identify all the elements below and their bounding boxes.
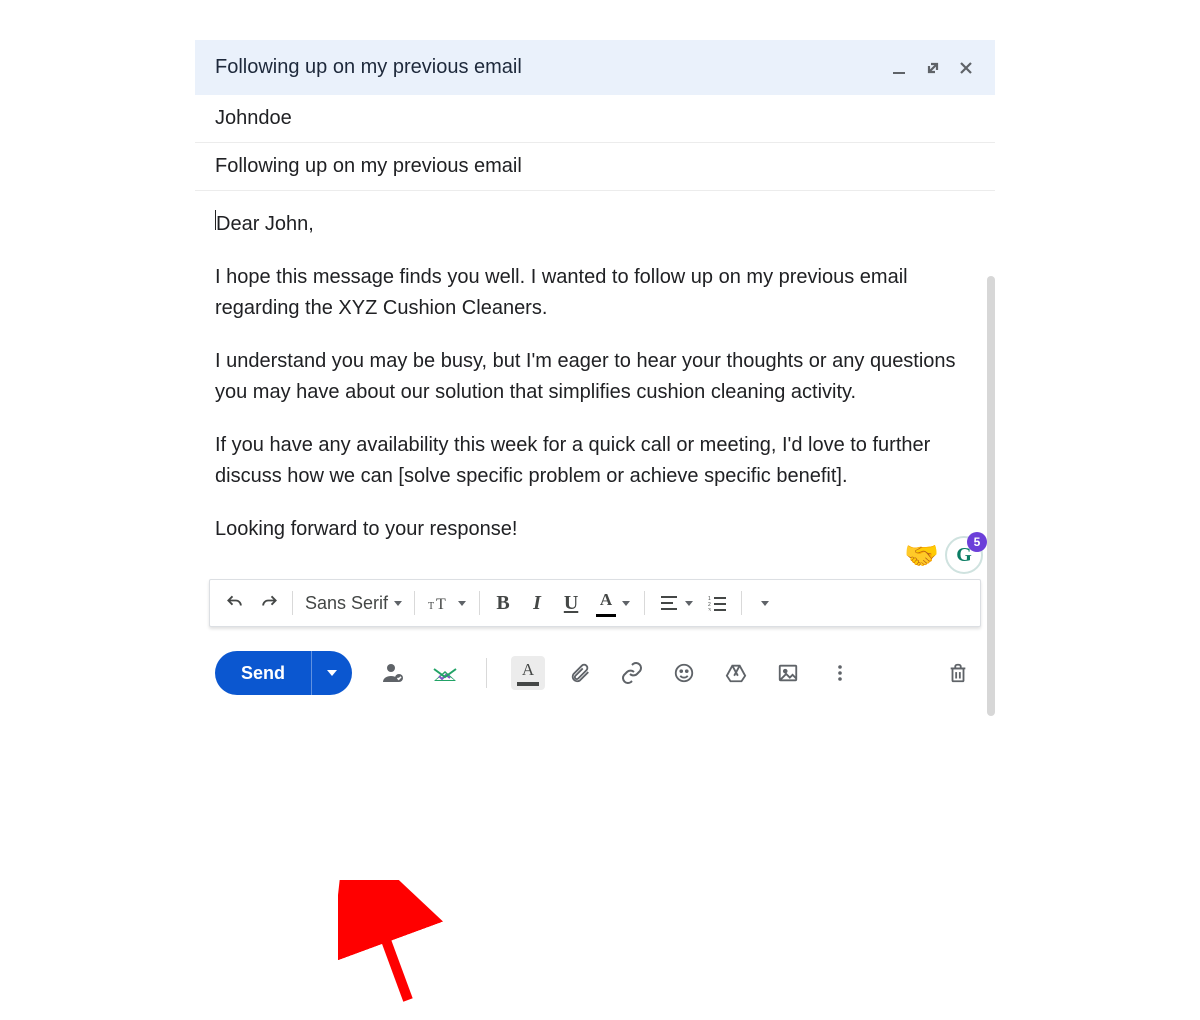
more-options-icon[interactable] [823, 656, 857, 690]
font-family-label: Sans Serif [305, 593, 388, 614]
numbered-list-button[interactable]: 123 [701, 586, 735, 620]
to-value: Johndoe [215, 107, 292, 129]
body-paragraph: If you have any availability this week f… [215, 430, 975, 492]
undo-icon[interactable] [218, 586, 252, 620]
format-toolbar: Sans Serif TT B I U A 123 [209, 579, 981, 627]
more-formatting-button[interactable] [748, 586, 782, 620]
send-row: Send A [195, 627, 995, 719]
window-controls [891, 58, 975, 78]
compose-window: Following up on my previous email Johndo… [195, 40, 995, 719]
subject-value: Following up on my previous email [215, 155, 522, 177]
annotation-arrow-icon [338, 880, 458, 1020]
insert-drive-icon[interactable] [719, 656, 753, 690]
send-button[interactable]: Send [215, 651, 311, 695]
attach-file-icon[interactable] [563, 656, 597, 690]
chevron-down-icon [761, 601, 769, 606]
send-button-group: Send [215, 651, 352, 695]
mail-tracking-icon[interactable] [428, 656, 462, 690]
font-size-select[interactable]: TT [421, 586, 473, 620]
add-contact-icon[interactable] [376, 656, 410, 690]
bold-button[interactable]: B [486, 586, 520, 620]
action-icons: A [376, 656, 857, 690]
text-color-button[interactable]: A [588, 586, 638, 620]
chevron-down-icon [394, 601, 402, 606]
minimize-icon[interactable] [891, 59, 909, 77]
underline-button[interactable]: U [554, 586, 588, 620]
to-field[interactable]: Johndoe [195, 95, 995, 143]
send-options-dropdown[interactable] [312, 651, 352, 695]
close-icon[interactable] [957, 59, 975, 77]
svg-text:3: 3 [708, 608, 711, 611]
grammarly-icon[interactable]: G 5 [945, 536, 983, 574]
insert-image-icon[interactable] [771, 656, 805, 690]
italic-button[interactable]: I [520, 586, 554, 620]
insert-link-icon[interactable] [615, 656, 649, 690]
discard-draft-icon[interactable] [941, 656, 975, 690]
chevron-down-icon [685, 601, 693, 606]
chevron-down-icon [458, 601, 466, 606]
pop-out-icon[interactable] [923, 58, 943, 78]
align-button[interactable] [651, 586, 701, 620]
grammarly-badge: 5 [967, 532, 987, 552]
body-paragraph: Looking forward to your response! [215, 514, 975, 545]
scrollbar[interactable] [987, 276, 995, 716]
chevron-down-icon [327, 670, 337, 676]
font-family-select[interactable]: Sans Serif [299, 593, 408, 614]
subject-field[interactable]: Following up on my previous email [195, 143, 995, 191]
compose-title: Following up on my previous email [215, 56, 522, 79]
body-paragraph: I understand you may be busy, but I'm ea… [215, 346, 975, 408]
message-body[interactable]: Dear John, I hope this message finds you… [195, 191, 995, 571]
redo-icon[interactable] [252, 586, 286, 620]
insert-emoji-icon[interactable] [667, 656, 701, 690]
compose-header: Following up on my previous email [195, 40, 995, 95]
formatting-options-icon[interactable]: A [511, 656, 545, 690]
body-paragraph: I hope this message finds you well. I wa… [215, 262, 975, 324]
body-paragraph: Dear John, [215, 209, 975, 240]
svg-text:T: T [436, 596, 446, 613]
svg-text:T: T [428, 601, 434, 612]
chevron-down-icon [622, 601, 630, 606]
body-overlay: 🤝 G 5 [904, 534, 983, 577]
handshake-icon[interactable]: 🤝 [904, 534, 939, 577]
